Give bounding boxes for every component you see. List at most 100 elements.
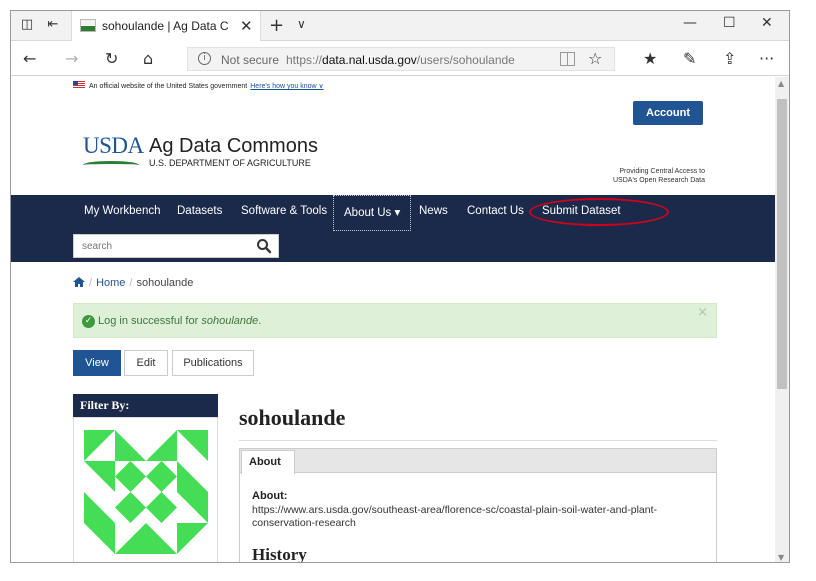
home-icon[interactable]: ⌂ xyxy=(143,50,153,68)
site-name: Ag Data Commons xyxy=(149,135,318,157)
panel-tab-about[interactable]: About xyxy=(241,450,295,474)
tab-view[interactable]: View xyxy=(73,350,121,376)
scrollbar-thumb[interactable] xyxy=(777,99,787,389)
department-name: U.S. DEPARTMENT OF AGRICULTURE xyxy=(149,158,311,168)
avatar-pattern-tile xyxy=(84,492,115,523)
tab-bar: ◫ ⇤ sohoulande | Ag Data C ✕ + ∨ — ☐ ✕ xyxy=(11,11,789,41)
more-menu-icon[interactable]: ··· xyxy=(759,50,774,68)
tagline-line-1: Providing Central Access to xyxy=(619,168,705,175)
tagline-line-2: USDA's Open Research Data xyxy=(613,177,705,184)
refresh-icon[interactable]: ↻ xyxy=(105,50,118,68)
alert-message-user: sohoulande xyxy=(201,315,259,327)
history-heading: History xyxy=(252,545,307,563)
avatar-pattern-tile xyxy=(146,523,177,554)
avatar-pattern-tile xyxy=(115,461,146,492)
breadcrumb-current: sohoulande xyxy=(136,277,194,289)
nav-news[interactable]: News xyxy=(419,205,448,217)
back-arrow-icon[interactable]: ← xyxy=(23,50,36,68)
check-circle-icon: ✓ xyxy=(82,315,95,328)
tab-close-icon[interactable]: ✕ xyxy=(240,17,253,35)
site-search xyxy=(73,234,279,258)
avatar-pattern-tile xyxy=(84,430,115,461)
avatar-pattern-tile xyxy=(115,523,146,554)
reading-view-icon[interactable] xyxy=(560,52,575,66)
tab-menu-chevron-icon[interactable]: ∨ xyxy=(297,17,306,31)
avatar-pattern-tile xyxy=(115,492,146,523)
alert-message-prefix: Log in successful for xyxy=(98,315,202,327)
new-tab-icon[interactable]: + xyxy=(269,15,284,36)
forward-arrow-icon[interactable]: → xyxy=(65,50,78,68)
favorites-hub-icon[interactable]: ★ xyxy=(643,50,657,68)
site-info-icon[interactable]: i xyxy=(198,52,211,65)
about-label: About: xyxy=(252,490,288,502)
maximize-icon[interactable]: ☐ xyxy=(723,15,736,31)
url-text[interactable]: https://data.nal.usda.gov/users/sohoulan… xyxy=(286,53,515,67)
avatar-pattern-tile xyxy=(177,461,208,492)
avatar-pattern-tile xyxy=(146,461,177,492)
page-viewport: An official website of the United States… xyxy=(11,77,775,563)
browser-tab-active[interactable]: sohoulande | Ag Data C ✕ xyxy=(71,11,261,41)
avatar-pattern-tile xyxy=(115,430,146,461)
avatar-pattern-tile xyxy=(146,492,177,523)
scroll-up-icon[interactable]: ▲ xyxy=(778,79,784,88)
breadcrumb-separator: / xyxy=(129,277,133,289)
breadcrumb-separator: / xyxy=(89,277,93,289)
breadcrumb: / Home / sohoulande xyxy=(73,277,193,289)
profile-name-heading: sohoulande xyxy=(239,405,346,430)
site-tagline: Providing Central Access to USDA's Open … xyxy=(571,167,705,185)
usda-logo-text: USDA xyxy=(83,133,144,158)
favorite-star-icon[interactable]: ☆ xyxy=(588,49,602,68)
url-path: /users/sohoulande xyxy=(416,53,515,67)
highlight-annotation-ring xyxy=(529,198,669,226)
set-tabs-aside-icon[interactable]: ⇤ xyxy=(45,17,61,33)
nav-datasets[interactable]: Datasets xyxy=(177,205,222,217)
search-input[interactable] xyxy=(74,235,244,257)
tab-title: sohoulande | Ag Data C xyxy=(102,19,229,33)
about-panel: About About: https://www.ars.usda.gov/so… xyxy=(239,448,717,563)
avatar-pattern-tile xyxy=(177,492,208,523)
sidebar: Filter By: sohoulande xyxy=(73,394,218,563)
nav-about-us[interactable]: About Us ▾ xyxy=(344,205,400,219)
nav-my-workbench[interactable]: My Workbench xyxy=(84,205,160,217)
url-prefix: https:// xyxy=(286,53,323,67)
search-icon[interactable] xyxy=(256,238,272,254)
minimize-icon[interactable]: — xyxy=(683,15,697,31)
sidebar-username: sohoulande xyxy=(83,562,180,563)
home-icon[interactable] xyxy=(73,277,85,287)
avatar-pattern-tile xyxy=(177,430,208,461)
not-secure-label: Not secure xyxy=(221,53,280,67)
official-banner: An official website of the United States… xyxy=(73,81,324,90)
heres-how-link[interactable]: Here's how you know ∨ xyxy=(250,83,323,90)
alert-message: Log in successful for sohoulande. xyxy=(98,315,261,327)
avatar-pattern-tile xyxy=(84,461,115,492)
browser-toolbar: ← → ↻ ⌂ i Not secure https://data.nal.us… xyxy=(11,42,789,76)
avatar-pattern-tile xyxy=(84,523,115,554)
scroll-down-icon[interactable]: ▼ xyxy=(778,553,784,562)
url-domain: data.nal.usda.gov xyxy=(322,53,417,67)
nav-contact-us[interactable]: Contact Us xyxy=(467,205,524,217)
alert-message-suffix: . xyxy=(258,315,262,327)
official-text: An official website of the United States… xyxy=(89,83,248,90)
heading-divider xyxy=(239,440,717,441)
browser-window: ◫ ⇤ sohoulande | Ag Data C ✕ + ∨ — ☐ ✕ ←… xyxy=(10,10,790,563)
share-icon[interactable]: ⇪ xyxy=(723,50,736,68)
account-button[interactable]: Account xyxy=(633,101,703,125)
about-text: https://www.ars.usda.gov/southeast-area/… xyxy=(252,504,658,529)
tab-edit[interactable]: Edit xyxy=(124,350,168,376)
nav-software-tools[interactable]: Software & Tools xyxy=(241,205,327,217)
web-note-pen-icon[interactable]: ✎ xyxy=(683,50,696,68)
usda-swoosh xyxy=(83,161,139,169)
avatar xyxy=(84,430,208,554)
breadcrumb-home[interactable]: Home xyxy=(96,277,125,289)
success-alert: ✓ Log in successful for sohoulande. × xyxy=(73,303,717,338)
main-navigation: My Workbench Datasets Software & Tools A… xyxy=(11,195,775,262)
alert-close-icon[interactable]: × xyxy=(697,305,708,320)
filter-heading: Filter By: xyxy=(73,394,218,417)
tab-publications[interactable]: Publications xyxy=(172,350,254,376)
tab-preview-icon[interactable]: ◫ xyxy=(19,17,35,33)
usda-favicon xyxy=(80,19,96,32)
vertical-scrollbar[interactable]: ▲ ▼ xyxy=(775,77,789,562)
close-window-icon[interactable]: ✕ xyxy=(761,15,773,31)
address-bar[interactable]: i Not secure https://data.nal.usda.gov/u… xyxy=(187,47,615,71)
avatar-pattern-tile xyxy=(177,523,208,554)
